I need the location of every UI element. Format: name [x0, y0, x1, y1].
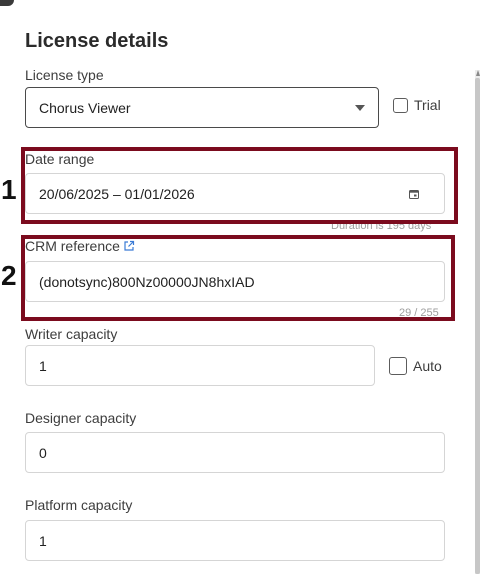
chevron-down-icon	[355, 105, 365, 111]
annotation-marker-2: 2	[1, 260, 17, 291]
panel-title: License details	[25, 30, 169, 52]
writer-capacity-input[interactable]: 1	[25, 345, 375, 386]
auto-checkbox-label: Auto	[413, 358, 442, 374]
scrollbar-thumb[interactable]	[475, 78, 480, 574]
license-type-value: Chorus Viewer	[39, 99, 131, 116]
license-type-label: License type	[25, 67, 104, 83]
trial-checkbox-box[interactable]	[393, 97, 408, 113]
writer-capacity-label: Writer capacity	[25, 326, 118, 342]
window-corner	[0, 0, 14, 6]
designer-capacity-label: Designer capacity	[25, 410, 137, 426]
annotation-marker-1: 1	[1, 174, 17, 205]
highlight-box-1	[21, 147, 458, 224]
license-type-select[interactable]: Chorus Viewer	[25, 87, 379, 128]
designer-capacity-value: 0	[39, 444, 47, 461]
trial-checkbox[interactable]: Trial	[393, 97, 441, 113]
platform-capacity-label: Platform capacity	[25, 497, 133, 513]
auto-checkbox-box[interactable]	[389, 357, 407, 375]
trial-checkbox-label: Trial	[414, 97, 441, 113]
platform-capacity-value: 1	[39, 532, 47, 549]
designer-capacity-input[interactable]: 0	[25, 432, 445, 473]
platform-capacity-input[interactable]: 1	[25, 520, 445, 561]
scroll-up-arrow-icon[interactable]	[476, 70, 480, 76]
highlight-box-2	[21, 235, 455, 321]
writer-capacity-value: 1	[39, 357, 47, 374]
auto-checkbox[interactable]: Auto	[389, 357, 442, 375]
